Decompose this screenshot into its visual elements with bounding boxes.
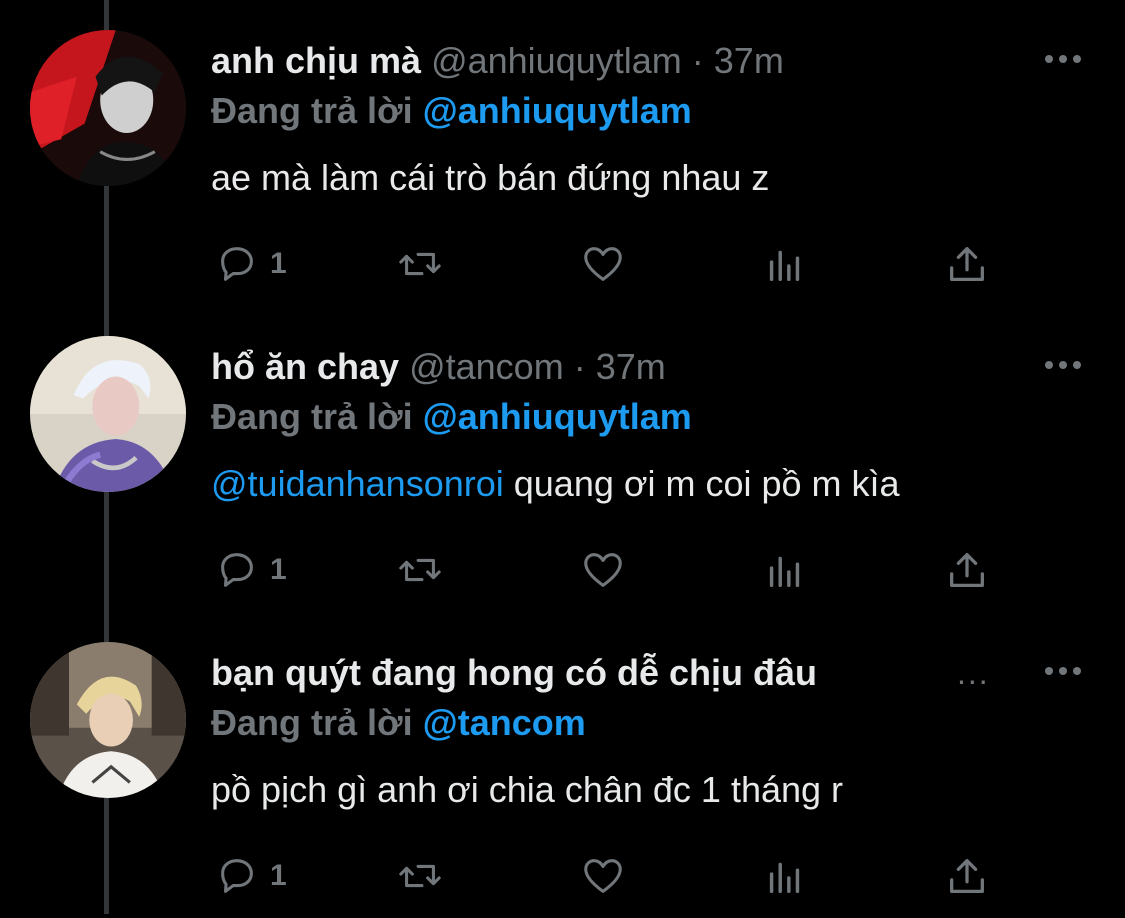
- replying-to: Đang trả lời @anhiuquytlam: [211, 88, 692, 134]
- reply-count: 1: [270, 247, 287, 280]
- views-button[interactable]: [762, 236, 808, 292]
- replying-to-handle[interactable]: @tancom: [423, 702, 586, 743]
- replying-to-handle[interactable]: @anhiuquytlam: [423, 396, 692, 437]
- tweet-header: hổ ăn chay @tancom · 37m: [211, 344, 1011, 390]
- retweet-button[interactable]: [397, 236, 443, 292]
- avatar-image: [30, 642, 186, 798]
- replying-to: Đang trả lời @tancom: [211, 700, 586, 746]
- avatar-image: [30, 30, 186, 186]
- replying-to-label: Đang trả lời: [211, 702, 413, 743]
- more-icon[interactable]: [1043, 350, 1083, 380]
- tweet-text-content: quang ơi m coi pồ m kìa: [503, 463, 900, 504]
- avatar[interactable]: [30, 336, 186, 492]
- tweet[interactable]: bạn quýt đang hong có dễ chịu đâu ... Đa…: [0, 612, 1125, 918]
- share-button[interactable]: [944, 848, 990, 904]
- like-button[interactable]: [580, 542, 626, 598]
- tweet[interactable]: anh chịu mà @anhiuquytlam · 37m Đang trả…: [0, 0, 1125, 306]
- tweet-text: pồ pịch gì anh ơi chia chân đc 1 tháng r: [211, 767, 843, 813]
- retweet-button[interactable]: [397, 542, 443, 598]
- tweet-text-content: ae mà làm cái trò bán đứng nhau z: [211, 157, 770, 198]
- tweet-header: anh chịu mà @anhiuquytlam · 37m: [211, 38, 1011, 84]
- tweet-actions: 1: [0, 542, 1125, 598]
- share-icon: [950, 859, 984, 893]
- separator: ·: [573, 346, 586, 387]
- retweet-icon: [399, 252, 441, 276]
- more-icon[interactable]: [1043, 44, 1083, 74]
- like-icon: [584, 859, 622, 893]
- views-icon: [769, 556, 800, 588]
- avatar[interactable]: [30, 642, 186, 798]
- share-icon: [950, 553, 984, 587]
- timestamp[interactable]: 37m: [714, 40, 784, 81]
- reply-button[interactable]: 1: [214, 848, 287, 904]
- share-icon: [950, 247, 984, 281]
- replying-to-handle[interactable]: @anhiuquytlam: [423, 90, 692, 131]
- user-handle[interactable]: @tancom: [409, 346, 564, 387]
- like-icon: [584, 553, 622, 587]
- views-button[interactable]: [762, 542, 808, 598]
- retweet-icon: [399, 864, 441, 888]
- tweet-actions: 1: [0, 848, 1125, 904]
- reply-count: 1: [270, 859, 287, 892]
- share-button[interactable]: [944, 542, 990, 598]
- replying-to-label: Đang trả lời: [211, 90, 413, 131]
- tweet-text-content: pồ pịch gì anh ơi chia chân đc 1 tháng r: [211, 769, 844, 810]
- replying-to-label: Đang trả lời: [211, 396, 413, 437]
- reply-icon: [221, 247, 253, 281]
- reply-count: 1: [270, 553, 287, 586]
- views-button[interactable]: [762, 848, 808, 904]
- display-name[interactable]: hổ ăn chay: [211, 346, 399, 387]
- tweet[interactable]: hổ ăn chay @tancom · 37m Đang trả lời @a…: [0, 306, 1125, 612]
- avatar-image: [30, 336, 186, 492]
- reply-button[interactable]: 1: [214, 542, 287, 598]
- user-handle[interactable]: @anhiuquytlam: [431, 40, 682, 81]
- separator: ·: [691, 40, 704, 81]
- mention-link[interactable]: @tuidanhansonroi: [211, 463, 504, 504]
- avatar[interactable]: [30, 30, 186, 186]
- share-button[interactable]: [944, 236, 990, 292]
- retweet-icon: [399, 558, 441, 582]
- views-icon: [769, 250, 800, 282]
- reply-button[interactable]: 1: [214, 236, 287, 292]
- like-icon: [584, 247, 622, 281]
- retweet-button[interactable]: [397, 848, 443, 904]
- display-name[interactable]: bạn quýt đang hong có dễ chịu đâu: [211, 652, 817, 693]
- truncation-ellipsis: ...: [957, 655, 990, 691]
- like-button[interactable]: [580, 848, 626, 904]
- tweet-text: ae mà làm cái trò bán đứng nhau z: [211, 155, 769, 201]
- more-icon[interactable]: [1043, 656, 1083, 686]
- timestamp[interactable]: 37m: [596, 346, 666, 387]
- replying-to: Đang trả lời @anhiuquytlam: [211, 394, 692, 440]
- tweet-text: @tuidanhansonroi quang ơi m coi pồ m kìa: [211, 461, 900, 507]
- like-button[interactable]: [580, 236, 626, 292]
- tweet-actions: 1: [0, 236, 1125, 292]
- tweet-header: bạn quýt đang hong có dễ chịu đâu ...: [211, 650, 1011, 696]
- display-name[interactable]: anh chịu mà: [211, 40, 421, 81]
- views-icon: [769, 862, 800, 894]
- reply-icon: [221, 859, 253, 893]
- reply-icon: [221, 553, 253, 587]
